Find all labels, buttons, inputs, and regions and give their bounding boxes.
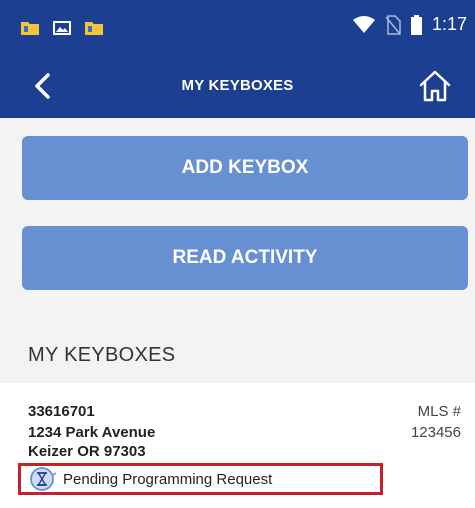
mls-number: 123456 <box>410 424 461 441</box>
clock: 1:17 <box>431 14 467 34</box>
page-title: MY KEYBOXES <box>181 77 294 94</box>
keybox-address-line2: Keizer OR 97303 <box>28 443 146 460</box>
keybox-id: 33616701 <box>28 403 95 420</box>
read-activity-button[interactable]: READ ACTIVITY <box>22 226 468 290</box>
home-icon[interactable] <box>417 68 453 104</box>
system-icons: 1:17 <box>352 14 467 35</box>
main-content: ADD KEYBOX READ ACTIVITY MY KEYBOXES 336… <box>0 118 475 508</box>
hourglass-icon <box>30 467 57 491</box>
battery-icon <box>410 14 422 35</box>
folder-notification-icon <box>85 22 103 35</box>
section-heading: MY KEYBOXES <box>28 344 176 366</box>
add-keybox-button[interactable]: ADD KEYBOX <box>22 136 468 200</box>
image-notification-icon <box>53 21 71 35</box>
status-bar: 1:17 <box>0 0 475 56</box>
notification-icons <box>20 20 104 36</box>
pending-status-row: Pending Programming Request <box>18 463 383 495</box>
keybox-list-item[interactable]: 33616701 1234 Park Avenue Keizer OR 9730… <box>0 383 475 508</box>
mls-label: MLS # <box>417 403 461 420</box>
keybox-address-line1: 1234 Park Avenue <box>28 424 156 441</box>
wifi-icon <box>352 15 375 33</box>
pending-status-text: Pending Programming Request <box>63 470 273 488</box>
folder-notification-icon <box>21 22 39 35</box>
no-sim-icon <box>385 14 401 35</box>
app-bar: MY KEYBOXES <box>0 56 475 118</box>
